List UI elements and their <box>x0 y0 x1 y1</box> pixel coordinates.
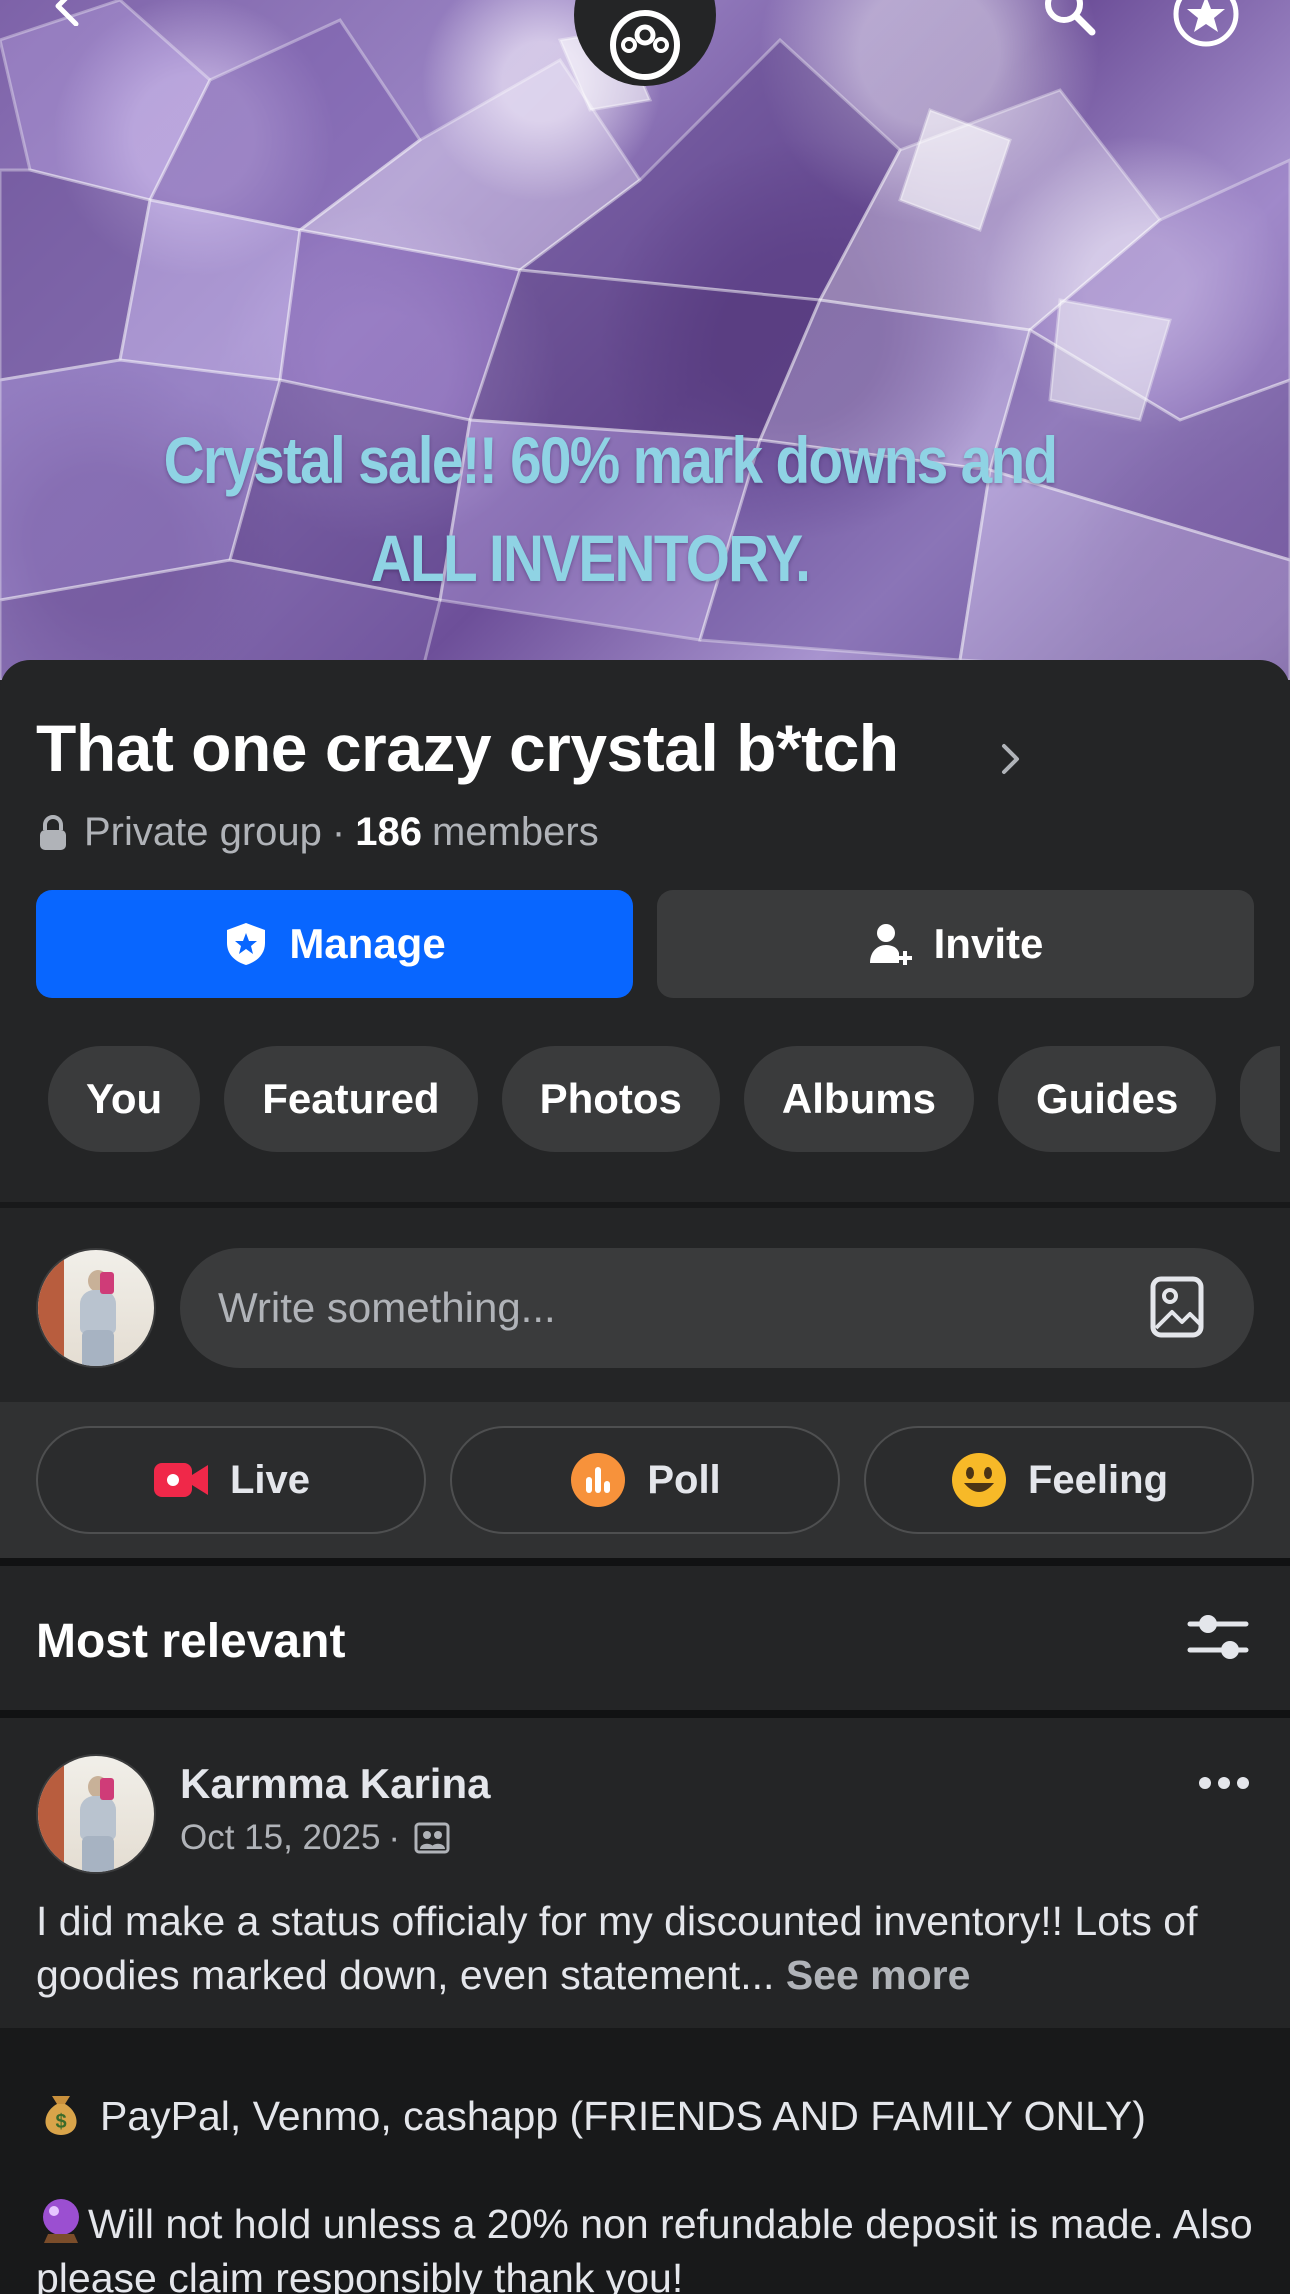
invite-button[interactable]: Invite <box>657 890 1254 998</box>
section-divider <box>0 1710 1290 1718</box>
status-preview[interactable]: $ PayPal, Venmo, cashapp (FRIENDS AND FA… <box>0 2028 1290 2294</box>
cover-headline-line2: ALL INVENTORY. <box>370 521 811 595</box>
sort-label[interactable]: Most relevant <box>36 1614 345 1669</box>
avatar[interactable] <box>36 1754 156 1874</box>
group-cover-photo[interactable]: Crystal sale!! 60% mark downs and ALL IN… <box>0 0 1290 680</box>
feeling-label: Feeling <box>1027 1457 1169 1502</box>
post-meta: Oct 15, 2025 · <box>180 1818 450 1858</box>
tab-photos[interactable]: Photos <box>501 1046 720 1152</box>
live-label: Live <box>229 1457 311 1502</box>
crystal-ball-icon <box>43 2199 79 2243</box>
section-divider <box>0 1558 1290 1566</box>
manage-label: Manage <box>289 920 446 967</box>
tab-featured[interactable]: Featured <box>224 1046 478 1152</box>
group-tabs: You Featured Photos Albums Guides <box>48 1046 1281 1152</box>
write-placeholder: Write something... <box>218 1284 556 1331</box>
chevron-left-icon[interactable] <box>48 0 88 26</box>
cover-headline-line1: Crystal sale!! 60% mark downs and <box>163 423 1058 497</box>
status-payment-text: PayPal, Venmo, cashapp (FRIENDS AND FAMI… <box>100 2093 1146 2139</box>
see-more-link[interactable]: See more <box>786 1952 971 1998</box>
status-line-payment: $ PayPal, Venmo, cashapp (FRIENDS AND FA… <box>36 2088 1256 2143</box>
poll-label: Poll <box>647 1457 721 1502</box>
search-icon[interactable] <box>1040 0 1100 40</box>
status-deposit-text: Will not hold unless a 20% non refundabl… <box>36 2201 1253 2294</box>
smiley-icon <box>951 1453 1006 1507</box>
privacy-label: Private group <box>84 810 322 854</box>
tab-you[interactable]: You <box>48 1046 201 1152</box>
video-camera-icon <box>153 1463 208 1497</box>
chevron-right-icon[interactable] <box>1000 742 1022 776</box>
tab-albums[interactable]: Albums <box>743 1046 974 1152</box>
members-label[interactable]: members <box>432 810 599 855</box>
more-dots-icon[interactable] <box>1198 1776 1250 1790</box>
group-header: That one crazy crystal b*tch Private gro… <box>0 660 1290 1200</box>
meta-dot: · <box>388 1818 401 1857</box>
post-body: I did make a status officialy for my dis… <box>36 1894 1256 2002</box>
group-name[interactable]: That one crazy crystal b*tch <box>36 710 899 786</box>
star-badge-icon[interactable] <box>1170 0 1242 50</box>
group-meta: Private group · 186 members <box>38 810 599 855</box>
shield-star-icon <box>227 923 266 965</box>
add-person-icon <box>869 924 912 965</box>
money-bag-icon: $ <box>45 2096 77 2135</box>
poll-chart-icon <box>571 1453 626 1507</box>
post-author[interactable]: Karmma Karina <box>180 1760 490 1808</box>
filter-sliders-icon[interactable] <box>1186 1610 1250 1664</box>
svg-text:$: $ <box>55 2111 66 2133</box>
post-composer: Write something... <box>0 1208 1290 1402</box>
group-audience-icon <box>414 1822 450 1854</box>
poll-button[interactable]: Poll <box>450 1426 840 1534</box>
group-action-buttons: Manage Invite <box>36 890 1254 998</box>
write-something-input[interactable]: Write something... <box>180 1248 1254 1368</box>
post-text: I did make a status officialy for my dis… <box>36 1898 1198 1998</box>
avatar[interactable] <box>36 1248 156 1368</box>
live-button[interactable]: Live <box>36 1426 426 1534</box>
photo-icon[interactable] <box>1150 1276 1204 1338</box>
tab-guides[interactable]: Guides <box>997 1046 1217 1152</box>
feed-sort-row: Most relevant <box>0 1566 1290 1710</box>
feeling-button[interactable]: Feeling <box>864 1426 1254 1534</box>
meta-separator: · <box>331 810 346 854</box>
status-line-deposit: Will not hold unless a 20% non refundabl… <box>36 2196 1256 2294</box>
member-count[interactable]: 186 <box>355 810 422 855</box>
manage-button[interactable]: Manage <box>36 890 633 998</box>
invite-label: Invite <box>933 920 1044 967</box>
post-date[interactable]: Oct 15, 2025 <box>180 1818 380 1858</box>
lock-icon <box>40 814 66 850</box>
tab-overflow[interactable] <box>1240 1046 1281 1152</box>
composer-actions: Live Poll Feeling <box>0 1402 1290 1558</box>
feed-post: Karmma Karina Oct 15, 2025 · I did make … <box>0 1718 1290 2028</box>
